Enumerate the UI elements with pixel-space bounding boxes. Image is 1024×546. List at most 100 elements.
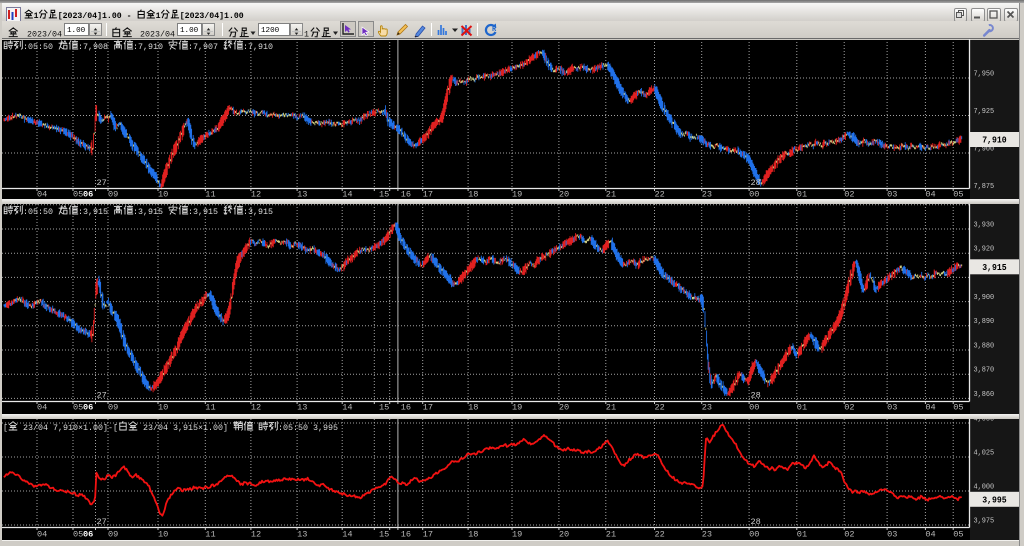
svg-text:7,925: 7,925 [974, 108, 995, 116]
svg-text:17: 17 [423, 530, 433, 540]
svg-text:05: 05 [953, 530, 963, 540]
svg-text::3,915: :3,915 [78, 207, 113, 217]
svg-text:04: 04 [37, 403, 47, 413]
svg-text:05: 05 [73, 403, 83, 413]
svg-text:01: 01 [797, 190, 807, 200]
svg-text:06: 06 [83, 403, 93, 413]
svg-text::3,915: :3,915 [133, 207, 168, 217]
svg-text::3,915: :3,915 [188, 207, 223, 217]
svg-text:22: 22 [655, 403, 665, 413]
svg-text:12: 12 [251, 190, 261, 200]
svg-text:06: 06 [83, 530, 93, 540]
svg-text::05:50: :05:50 [23, 207, 58, 217]
svg-text:4,025: 4,025 [974, 449, 995, 457]
svg-text:18: 18 [468, 530, 478, 540]
svg-text:3,860: 3,860 [974, 391, 995, 399]
svg-text:19: 19 [512, 190, 522, 200]
svg-text:03: 03 [887, 403, 897, 413]
svg-text:3,995: 3,995 [982, 496, 1007, 506]
svg-text:13: 13 [297, 530, 307, 540]
svg-text:04: 04 [925, 403, 935, 413]
svg-text:17: 17 [423, 403, 433, 413]
svg-text:22: 22 [655, 190, 665, 200]
svg-text:01: 01 [797, 530, 807, 540]
svg-text::7,910: :7,910 [243, 42, 273, 52]
svg-text:19: 19 [512, 530, 522, 540]
svg-text:20: 20 [559, 190, 569, 200]
svg-text:02: 02 [844, 190, 854, 200]
svg-text:16: 16 [401, 190, 411, 200]
svg-text:12: 12 [251, 403, 261, 413]
svg-text:3,930: 3,930 [974, 221, 995, 229]
svg-text:10: 10 [158, 403, 168, 413]
svg-text:20: 20 [559, 530, 569, 540]
svg-text:00: 00 [749, 530, 759, 540]
svg-text:3,880: 3,880 [974, 342, 995, 350]
svg-text:28: 28 [751, 517, 761, 527]
svg-text:14: 14 [342, 530, 352, 540]
svg-text:4,050: 4,050 [974, 419, 995, 423]
svg-text::7,907: :7,907 [188, 42, 223, 52]
svg-text:23/04 7,910×1.00]-[: 23/04 7,910×1.00]-[ [18, 423, 118, 433]
svg-text::7,908: :7,908 [78, 42, 113, 52]
svg-text:23: 23 [702, 403, 712, 413]
svg-text:23/04 3,915×1.00]: 23/04 3,915×1.00] [138, 423, 233, 433]
svg-text::7,910: :7,910 [133, 42, 168, 52]
svg-text:09: 09 [108, 530, 118, 540]
svg-text:17: 17 [423, 190, 433, 200]
svg-text::05:50: :05:50 [23, 42, 58, 52]
svg-text:04: 04 [37, 190, 47, 200]
svg-text:3,915: 3,915 [982, 263, 1007, 273]
svg-text:09: 09 [108, 403, 118, 413]
svg-text:4,000: 4,000 [974, 483, 995, 491]
svg-text:12: 12 [251, 530, 261, 540]
svg-text:[: [ [3, 423, 8, 433]
svg-text:00: 00 [749, 190, 759, 200]
svg-text:11: 11 [205, 190, 215, 200]
svg-text:3,975: 3,975 [974, 517, 995, 525]
svg-text:1: 1 [156, 12, 161, 21]
svg-text:28: 28 [751, 178, 761, 188]
svg-text:23: 23 [702, 190, 712, 200]
svg-text:02: 02 [844, 530, 854, 540]
svg-text:7,910: 7,910 [982, 136, 1007, 146]
svg-text:20: 20 [559, 403, 569, 413]
svg-text::05:50 3,995: :05:50 3,995 [278, 423, 338, 433]
svg-text:03: 03 [887, 530, 897, 540]
svg-text:1: 1 [34, 12, 39, 21]
svg-text:21: 21 [606, 190, 616, 200]
svg-text:21: 21 [606, 530, 616, 540]
svg-text:15: 15 [379, 190, 389, 200]
svg-text:3,920: 3,920 [974, 246, 995, 254]
svg-text:3,890: 3,890 [974, 318, 995, 326]
svg-text:05: 05 [953, 190, 963, 200]
svg-text:18: 18 [468, 190, 478, 200]
svg-text:05: 05 [73, 530, 83, 540]
svg-text::3,915: :3,915 [243, 207, 273, 217]
svg-text:7,875: 7,875 [974, 183, 995, 191]
svg-text:05: 05 [953, 403, 963, 413]
svg-text:16: 16 [401, 403, 411, 413]
svg-text:13: 13 [297, 403, 307, 413]
svg-text:00: 00 [749, 403, 759, 413]
svg-text:04: 04 [925, 530, 935, 540]
svg-text:21: 21 [606, 403, 616, 413]
svg-text:04: 04 [37, 530, 47, 540]
svg-text:15: 15 [379, 530, 389, 540]
svg-text:14: 14 [342, 190, 352, 200]
svg-text:01: 01 [797, 403, 807, 413]
svg-text:11: 11 [205, 530, 215, 540]
svg-text:10: 10 [158, 530, 168, 540]
svg-text:23: 23 [702, 530, 712, 540]
svg-text:22: 22 [655, 530, 665, 540]
svg-text:7,950: 7,950 [974, 70, 995, 78]
svg-text:02: 02 [844, 403, 854, 413]
svg-text:[2023/04]1.00 -: [2023/04]1.00 - [58, 11, 137, 21]
svg-text:16: 16 [401, 530, 411, 540]
svg-text:10: 10 [158, 190, 168, 200]
svg-text:04: 04 [925, 190, 935, 200]
svg-text:05: 05 [73, 190, 83, 200]
svg-text:14: 14 [342, 403, 352, 413]
svg-text:3,870: 3,870 [974, 367, 995, 375]
svg-text:28: 28 [751, 391, 761, 401]
